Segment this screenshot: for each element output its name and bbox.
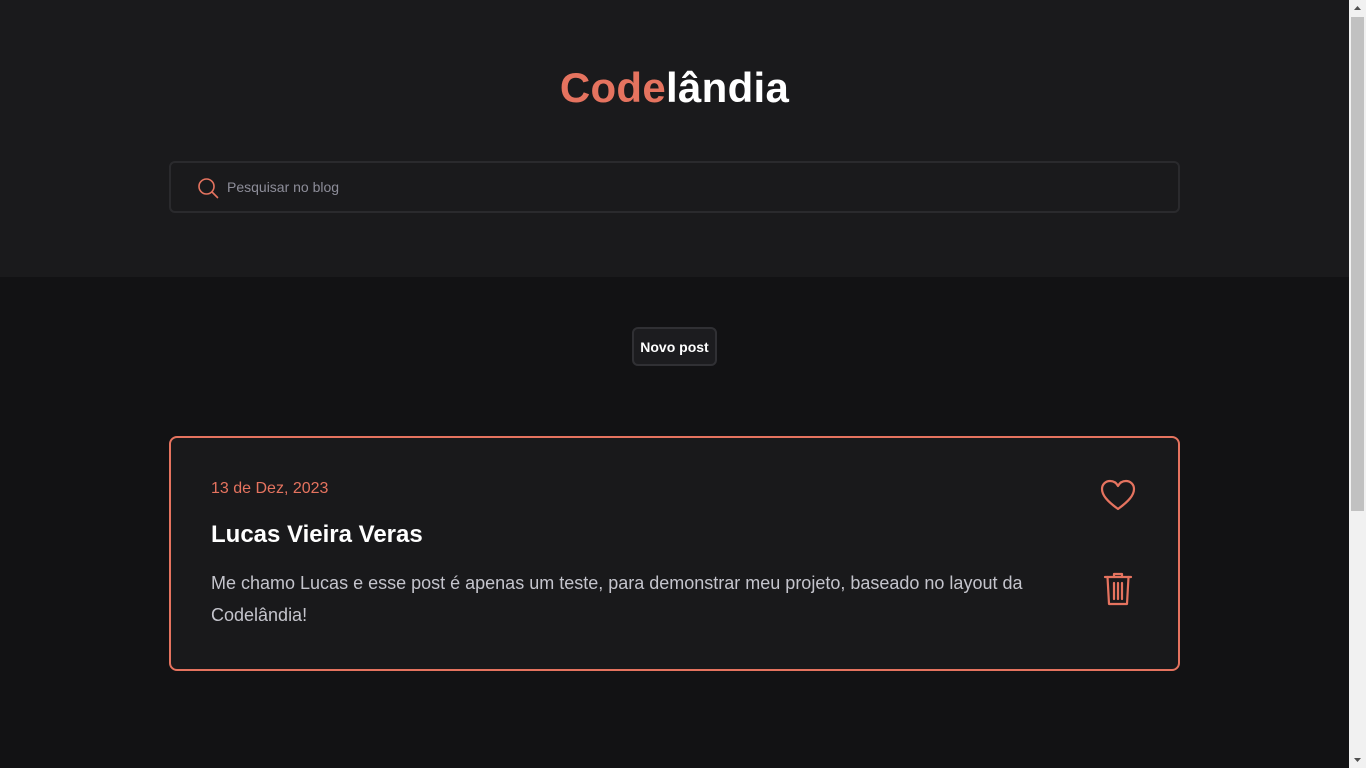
logo-rest: lândia bbox=[666, 64, 790, 111]
search-input[interactable] bbox=[227, 163, 1157, 211]
scroll-down-arrow-icon[interactable] bbox=[1349, 751, 1366, 768]
post-title: Lucas Vieira Veras bbox=[211, 521, 423, 548]
logo: Codelândia bbox=[0, 64, 1349, 112]
header: Codelândia bbox=[0, 0, 1349, 277]
post-date: 13 de Dez, 2023 bbox=[211, 480, 329, 497]
heart-icon[interactable] bbox=[1099, 478, 1137, 514]
scrollbar[interactable] bbox=[1349, 0, 1366, 768]
search-bar[interactable] bbox=[169, 161, 1180, 213]
post-card: 13 de Dez, 2023 Lucas Vieira Veras Me ch… bbox=[169, 436, 1180, 671]
trash-icon[interactable] bbox=[1103, 571, 1133, 607]
scrollbar-thumb[interactable] bbox=[1351, 17, 1364, 511]
new-post-button[interactable]: Novo post bbox=[632, 327, 717, 366]
post-body: Me chamo Lucas e esse post é apenas um t… bbox=[211, 573, 1023, 625]
scroll-up-arrow-icon[interactable] bbox=[1349, 0, 1366, 17]
logo-accent: Code bbox=[559, 64, 667, 111]
search-icon bbox=[198, 178, 219, 199]
